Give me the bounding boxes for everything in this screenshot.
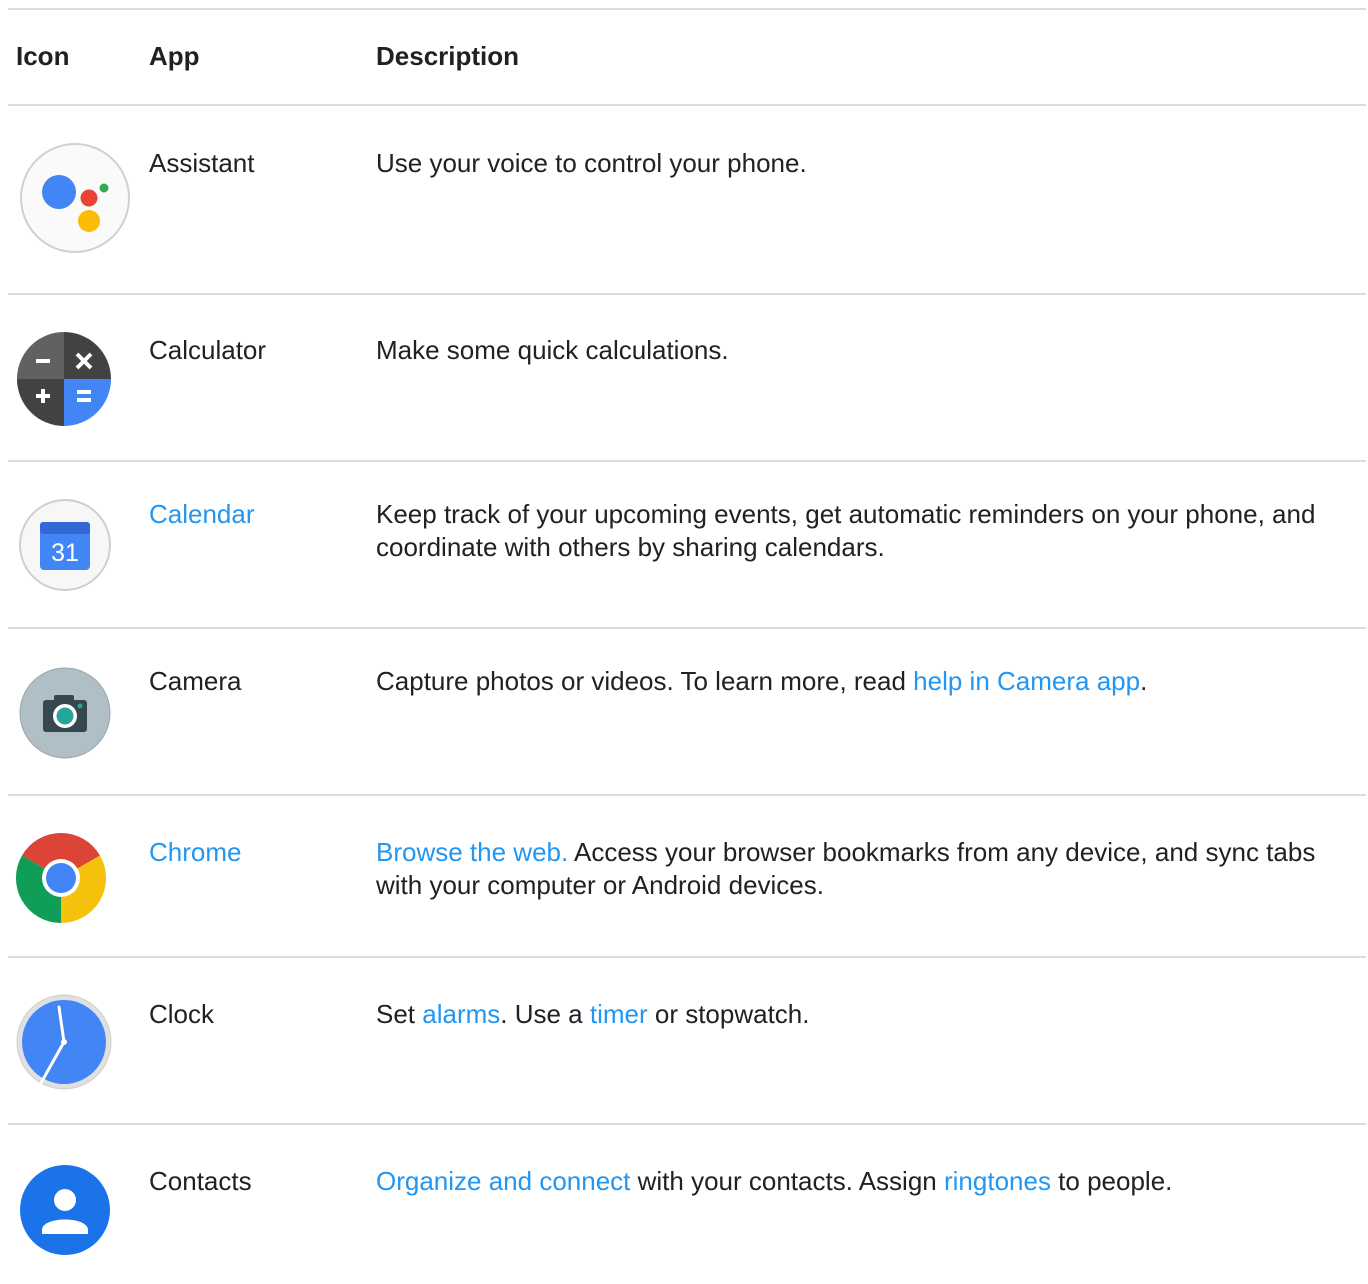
description-clock: Set alarms. Use a timer or stopwatch. bbox=[376, 998, 1361, 1031]
desc-text: with your contacts. Assign bbox=[630, 1166, 944, 1196]
header-divider bbox=[8, 104, 1366, 106]
row-divider bbox=[8, 794, 1366, 796]
row-divider bbox=[8, 627, 1366, 629]
clock-icon bbox=[15, 993, 113, 1091]
description-calendar: Keep track of your upcoming events, get … bbox=[376, 498, 1361, 564]
chrome-icon bbox=[15, 832, 107, 924]
desc-text: . Use a bbox=[500, 999, 590, 1029]
alarms-link[interactable]: alarms bbox=[422, 999, 500, 1029]
organize-and-connect-link[interactable]: Organize and connect bbox=[376, 1166, 630, 1196]
header-app: App bbox=[149, 41, 200, 71]
app-name-camera: Camera bbox=[149, 666, 242, 696]
app-name-calculator: Calculator bbox=[149, 335, 267, 365]
description-chrome: Browse the web. Access your browser book… bbox=[376, 836, 1361, 902]
app-name-chrome[interactable]: Chrome bbox=[149, 836, 241, 869]
calculator-icon bbox=[16, 331, 112, 427]
chrome-link[interactable]: Chrome bbox=[149, 837, 241, 867]
description-camera: Capture photos or videos. To learn more,… bbox=[376, 665, 1361, 698]
desc-text: Use your voice to control your phone. bbox=[376, 148, 807, 178]
desc-text: Keep track of your upcoming events, get … bbox=[376, 499, 1316, 562]
help-in-camera-app-link[interactable]: help in Camera app bbox=[913, 666, 1140, 696]
row-divider bbox=[8, 956, 1366, 958]
app-name-contacts: Contacts bbox=[149, 1166, 252, 1196]
table-top-divider bbox=[8, 8, 1366, 10]
timer-link[interactable]: timer bbox=[590, 999, 648, 1029]
contacts-icon bbox=[19, 1164, 111, 1256]
desc-text: or stopwatch. bbox=[647, 999, 810, 1029]
desc-text: Set bbox=[376, 999, 423, 1029]
camera-icon bbox=[18, 666, 112, 760]
row-divider bbox=[8, 293, 1366, 295]
calendar-icon: 31 bbox=[18, 498, 112, 592]
desc-text: to people. bbox=[1050, 1166, 1173, 1196]
header-icon: Icon bbox=[16, 41, 70, 71]
description-contacts: Organize and connect with your contacts.… bbox=[376, 1165, 1361, 1198]
app-name-calendar[interactable]: Calendar bbox=[149, 498, 255, 531]
row-divider bbox=[8, 460, 1366, 462]
ringtones-link[interactable]: ringtones bbox=[944, 1166, 1051, 1196]
assistant-icon bbox=[20, 142, 130, 256]
header-description: Description bbox=[376, 41, 520, 71]
row-divider bbox=[8, 1123, 1366, 1125]
calendar-link[interactable]: Calendar bbox=[149, 499, 255, 529]
app-name-assistant: Assistant bbox=[149, 148, 255, 178]
browse-the-web-link[interactable]: Browse the web. bbox=[376, 837, 568, 867]
app-name-clock: Clock bbox=[149, 999, 215, 1029]
desc-text: Make some quick calculations. bbox=[376, 335, 729, 365]
description-assistant: Use your voice to control your phone. bbox=[376, 147, 1361, 180]
desc-text: Capture photos or videos. To learn more,… bbox=[376, 666, 914, 696]
calendar-day-number: 31 bbox=[51, 539, 79, 567]
desc-text: . bbox=[1140, 666, 1148, 696]
description-calculator: Make some quick calculations. bbox=[376, 334, 1361, 367]
